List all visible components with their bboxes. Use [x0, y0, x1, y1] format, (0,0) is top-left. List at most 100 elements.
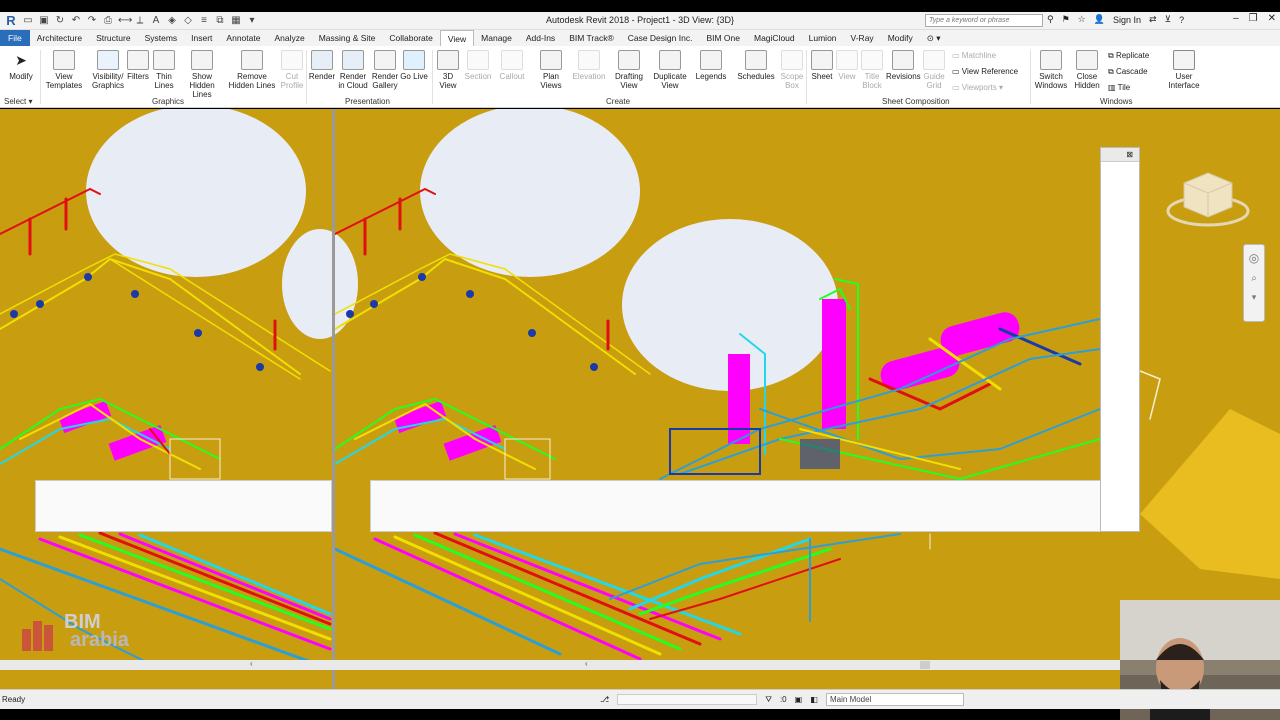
- render-in-cloud-button[interactable]: Render in Cloud: [338, 50, 368, 90]
- restore-icon[interactable]: ❐: [1249, 13, 1258, 24]
- tab-analyze[interactable]: Analyze: [267, 30, 311, 46]
- tab-massing-site[interactable]: Massing & Site: [312, 30, 383, 46]
- design-options-icon[interactable]: ▣: [795, 695, 803, 704]
- sign-in-link[interactable]: Sign In: [1113, 15, 1141, 25]
- scope-box-button[interactable]: Scope Box: [778, 50, 806, 90]
- switch-windows-button[interactable]: Switch Windows: [1034, 50, 1068, 90]
- print-icon[interactable]: ⎙: [102, 15, 114, 26]
- elevation-button[interactable]: Elevation: [570, 50, 608, 81]
- tab-add-ins[interactable]: Add-Ins: [519, 30, 562, 46]
- switch-windows-icon[interactable]: ▦: [230, 15, 242, 26]
- select-dropdown[interactable]: Select ▾: [4, 97, 32, 106]
- close-hidden-button[interactable]: Close Hidden: [1070, 50, 1104, 90]
- tile-button[interactable]: ▥ Tile: [1108, 83, 1130, 93]
- view-button[interactable]: View: [836, 50, 858, 81]
- filters-button[interactable]: Filters: [124, 50, 152, 81]
- steering-wheel-icon[interactable]: ◎: [1244, 251, 1264, 265]
- cascade-button[interactable]: ⧉ Cascade: [1108, 67, 1148, 77]
- zoom-icon[interactable]: ⌕: [1244, 273, 1264, 284]
- model-3d-view[interactable]: [0, 109, 1280, 689]
- view-reference-button[interactable]: ▭ View Reference: [952, 67, 1018, 77]
- design-option-select[interactable]: Main Model: [826, 693, 964, 706]
- duplicate-view-button[interactable]: Duplicate View: [650, 50, 690, 90]
- dimension-icon[interactable]: ⟂: [134, 15, 146, 26]
- replicate-button[interactable]: ⧉ Replicate: [1108, 51, 1149, 61]
- measure-icon[interactable]: ⟷: [118, 15, 132, 26]
- render-button[interactable]: Render: [308, 50, 336, 81]
- tab-architecture[interactable]: Architecture: [30, 30, 89, 46]
- 3d-view-button[interactable]: 3D View: [436, 50, 460, 90]
- tab-file[interactable]: File: [0, 30, 30, 46]
- docked-pane-close-icon[interactable]: ⊠: [1101, 148, 1139, 162]
- revisions-button[interactable]: Revisions: [886, 50, 921, 81]
- filter-icon[interactable]: ⛛: [765, 695, 772, 705]
- guide-grid-button[interactable]: Guide Grid: [922, 50, 946, 90]
- scroll-thumb[interactable]: [920, 661, 930, 669]
- worksets-icon[interactable]: ⎇: [600, 695, 609, 704]
- tab-modify[interactable]: Modify: [881, 30, 920, 46]
- drafting-view-button[interactable]: Drafting View: [610, 50, 648, 90]
- thin-lines-button[interactable]: Thin Lines: [150, 50, 178, 90]
- navigation-bar[interactable]: ◎ ⌕ ▾: [1243, 244, 1265, 322]
- tab-view[interactable]: View: [439, 29, 475, 47]
- view-templates-button[interactable]: View Templates: [44, 50, 84, 90]
- render-gallery-button[interactable]: Render Gallery: [370, 50, 400, 90]
- tab-case-design-inc[interactable]: Case Design Inc.: [621, 30, 700, 46]
- sheet-button[interactable]: Sheet: [810, 50, 834, 81]
- section-button[interactable]: Section: [464, 50, 492, 81]
- editable-only-icon[interactable]: ◧: [810, 695, 818, 704]
- legends-button[interactable]: Legends: [694, 50, 728, 81]
- scroll-left-icon[interactable]: ‹: [250, 659, 253, 668]
- plan-views-button[interactable]: Plan Views: [536, 50, 566, 90]
- save-icon[interactable]: ▣: [38, 15, 50, 26]
- sync-icon[interactable]: ↻: [54, 15, 66, 26]
- undo-icon[interactable]: ↶: [70, 15, 82, 26]
- user-interface-button[interactable]: User Interface: [1160, 50, 1208, 90]
- customize-dropdown-icon[interactable]: ▾: [246, 15, 258, 26]
- exchange-icon[interactable]: ⇄: [1149, 14, 1157, 25]
- text-icon[interactable]: A: [150, 15, 162, 26]
- workset-dropdown[interactable]: [617, 694, 758, 705]
- thin-lines-icon[interactable]: ≡: [198, 15, 210, 26]
- tab-insert[interactable]: Insert: [184, 30, 219, 46]
- subscription-icon[interactable]: ⚑: [1062, 14, 1070, 25]
- favorites-icon[interactable]: ☆: [1078, 14, 1086, 25]
- tab-bim-track[interactable]: BIM Track®: [562, 30, 621, 46]
- viewports-button[interactable]: ▭ Viewports ▾: [952, 83, 1003, 93]
- go-live-button[interactable]: Go Live: [400, 50, 428, 81]
- search-input[interactable]: Type a keyword or phrase: [925, 14, 1043, 27]
- tab-v-ray[interactable]: V-Ray: [844, 30, 881, 46]
- title-block-button[interactable]: Title Block: [860, 50, 884, 90]
- show-hidden-lines-button[interactable]: Show Hidden Lines: [180, 50, 224, 99]
- binoculars-icon[interactable]: ⚲: [1047, 14, 1054, 25]
- help-icon[interactable]: ?: [1179, 15, 1184, 25]
- visibility-graphics-button[interactable]: Visibility/ Graphics: [88, 50, 128, 90]
- tab-bim-one[interactable]: BIM One: [699, 30, 747, 46]
- tab-manage[interactable]: Manage: [474, 30, 519, 46]
- callout-button[interactable]: Callout: [498, 50, 526, 81]
- user-icon[interactable]: 👤: [1094, 14, 1105, 25]
- schedules-button[interactable]: Schedules: [736, 50, 776, 81]
- scroll-left-icon[interactable]: ‹: [585, 659, 588, 668]
- docked-pane[interactable]: ⊠: [1100, 147, 1140, 532]
- tab-annotate[interactable]: Annotate: [219, 30, 267, 46]
- 3d-view-icon[interactable]: ◈: [166, 15, 178, 26]
- minimize-icon[interactable]: –: [1233, 13, 1239, 24]
- close-icon[interactable]: ✕: [1268, 13, 1276, 24]
- ribbon-options-icon[interactable]: ⊙ ▾: [920, 30, 948, 46]
- tab-structure[interactable]: Structure: [89, 30, 138, 46]
- close-hidden-icon[interactable]: ⧉: [214, 15, 226, 26]
- cut-profile-button[interactable]: Cut Profile: [280, 50, 304, 90]
- nav-expand-icon[interactable]: ▾: [1244, 292, 1264, 303]
- drawing-canvas[interactable]: ⊠ ◎ ⌕ ▾ ‹ ‹ BIM arabia: [0, 109, 1280, 689]
- open-icon[interactable]: ▭: [22, 15, 34, 26]
- modify-button[interactable]: ➤ Modify: [6, 50, 36, 81]
- remove-hidden-lines-button[interactable]: Remove Hidden Lines: [228, 50, 276, 90]
- cart-icon[interactable]: ⊻: [1165, 14, 1172, 25]
- revit-logo-icon[interactable]: R: [4, 13, 18, 28]
- tab-systems[interactable]: Systems: [138, 30, 185, 46]
- section-icon[interactable]: ◇: [182, 15, 194, 26]
- tab-collaborate[interactable]: Collaborate: [382, 30, 439, 46]
- horizontal-scrollbar[interactable]: ‹ ‹: [0, 659, 1120, 670]
- tab-magicloud[interactable]: MagiCloud: [747, 30, 802, 46]
